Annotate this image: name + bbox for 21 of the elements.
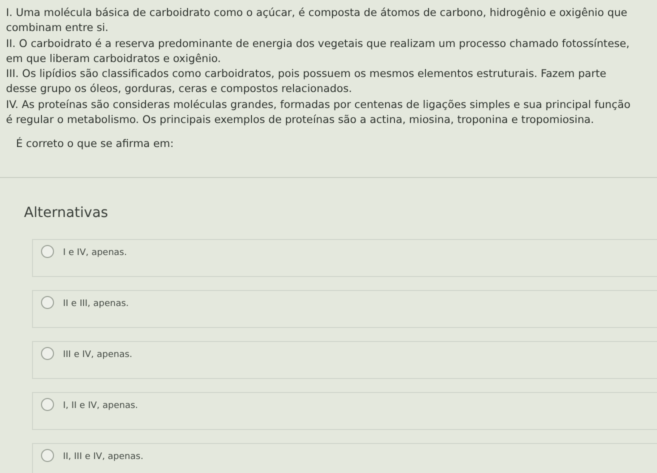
answer-option[interactable]: I, II e IV, apenas. <box>32 392 657 430</box>
answer-option[interactable]: I e IV, apenas. <box>32 239 657 278</box>
option-label: III e IV, apenas. <box>63 350 132 360</box>
option-label: I e IV, apenas. <box>63 248 127 258</box>
question-text: É correto o que se afirma em: <box>16 138 175 150</box>
radio-button[interactable] <box>41 244 54 258</box>
answer-option[interactable]: II, III e IV, apenas. <box>32 443 657 473</box>
radio-button[interactable] <box>41 398 54 411</box>
radio-button[interactable] <box>41 448 54 462</box>
answer-option[interactable]: II e III, apenas. <box>32 290 657 328</box>
statement-text: IV. As proteínas são consideras moléculas grandes, formadas por centenas de ligações simples e sua principal função é regular o metabolismo. Os principais exemplos de proteínas são a actina, miosina, troponina e tropomiosina. <box>6 98 632 128</box>
answer-option[interactable]: III e IV, apenas. <box>32 341 657 380</box>
option-label: I, II e IV, apenas. <box>63 401 138 412</box>
alternatives-heading: Alternativas <box>24 205 110 222</box>
statement-text: II. O carboidrato é a reserva predominante de energia dos vegetais que realizam um processo chamado fotossíntese, em que liberam carboidratos e oxigênio. <box>6 36 631 67</box>
statement-text: III. Os lipídios são classificados como carboidratos, pois possuem os mesmos elementos estruturais. Fazem parte desse grupo os óleos, gorduras, ceras e compostos relacionados. <box>6 67 608 98</box>
radio-button[interactable] <box>41 346 54 360</box>
statement-text: I. Uma molécula básica de carboidrato como o açúcar, é composta de átomos de carbono, hidrogênio e oxigênio que combinam entre si. <box>6 6 628 36</box>
option-label: II e III, apenas. <box>63 299 129 310</box>
option-label: II, III e IV, apenas. <box>63 452 144 462</box>
radio-button[interactable] <box>41 296 54 309</box>
